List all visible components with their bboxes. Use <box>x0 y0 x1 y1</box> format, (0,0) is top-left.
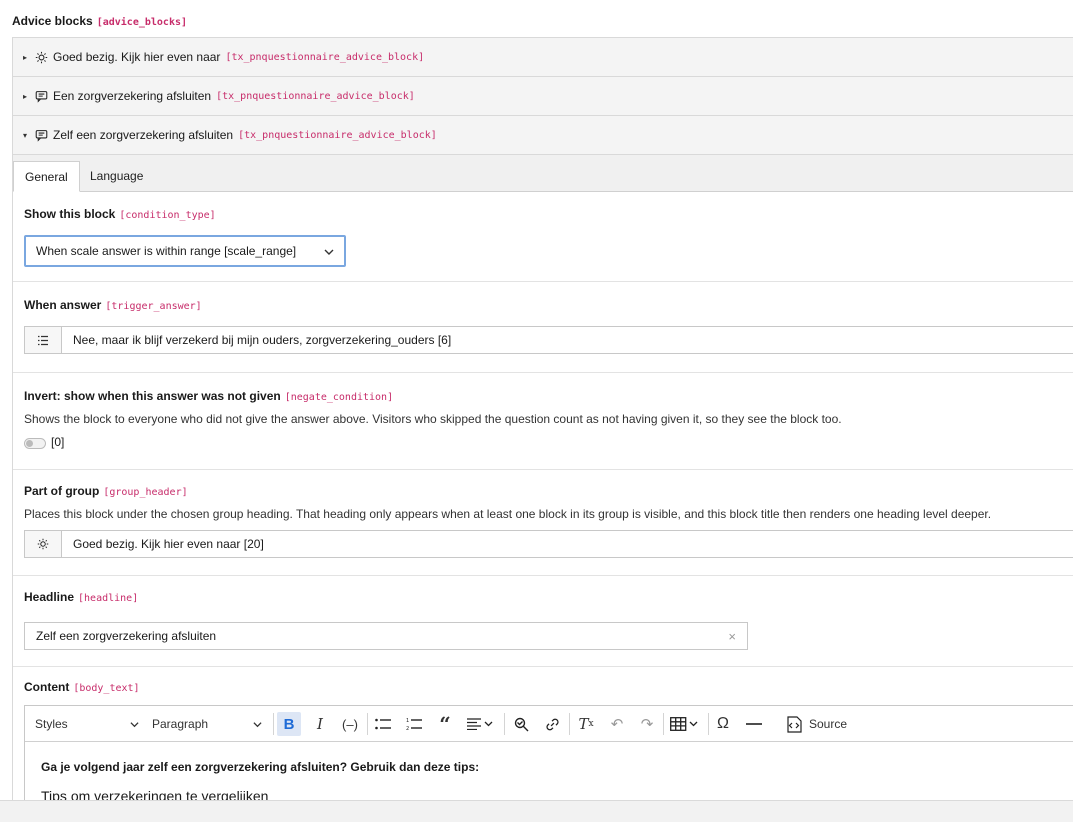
styles-dropdown[interactable]: Styles <box>35 712 139 736</box>
table-icon[interactable] <box>667 712 701 736</box>
list-icon <box>25 327 62 353</box>
field-label: Content [body_text] <box>24 667 1071 694</box>
field-label: Show this block [condition_type] <box>24 192 1071 221</box>
field-key: [trigger_answer] <box>105 301 202 312</box>
remove-format-icon[interactable]: Tx <box>574 712 598 736</box>
field-trigger-answer: When answer [trigger_answer] Nee, maar ik… <box>13 282 1073 373</box>
field-headline: Headline [headline] Zelf een zorgverzeker… <box>13 576 1073 667</box>
field-key: [negate_condition] <box>284 392 394 403</box>
italic-icon[interactable]: I <box>308 712 332 736</box>
svg-text:2: 2 <box>406 726 409 731</box>
bottom-bar <box>0 800 1073 822</box>
group-header-input[interactable]: Goed bezig. Kijk hier even naar [20] <box>24 530 1073 558</box>
code-icon[interactable]: (–) <box>338 712 362 736</box>
panel-title-3: Zelf een zorgverzekering afsluiten <box>53 128 234 142</box>
paragraph-dropdown[interactable]: Paragraph <box>152 712 262 736</box>
field-key: [headline] <box>78 593 139 604</box>
lightbulb-icon <box>35 50 49 64</box>
caret-down-icon: ▾ <box>23 130 28 140</box>
toolbar-separator <box>504 713 505 735</box>
source-label: Source <box>808 717 848 731</box>
field-label: When answer [trigger_answer] <box>24 282 1071 312</box>
numbered-list-icon[interactable]: 12 <box>402 712 426 736</box>
editor-paragraph: Ga je volgend jaar zelf een zorgverzeker… <box>41 760 480 774</box>
link-icon[interactable] <box>540 712 564 736</box>
bold-icon[interactable]: B <box>277 712 301 736</box>
source-button[interactable]: Source <box>777 712 855 736</box>
chevron-down-icon <box>130 721 139 727</box>
toolbar-separator <box>663 713 664 735</box>
field-label-text: Headline <box>24 590 75 604</box>
styles-label: Styles <box>35 717 68 731</box>
message-icon <box>35 89 49 103</box>
toolbar-separator <box>273 713 274 735</box>
find-replace-icon[interactable] <box>509 712 533 736</box>
condition-type-select[interactable]: When scale answer is within range [scale… <box>24 235 346 267</box>
field-description: Places this block under the chosen group… <box>24 507 992 521</box>
field-label-text: Part of group <box>24 484 100 498</box>
bulleted-list-icon[interactable] <box>371 712 395 736</box>
field-label-text: Content <box>24 680 70 694</box>
panel-title-2: Een zorgverzekering afsluiten <box>53 89 212 103</box>
section-title-text: Advice blocks <box>12 14 93 28</box>
message-icon <box>35 128 49 142</box>
caret-right-icon: ▸ <box>23 91 28 101</box>
panel-header-2[interactable]: ▸ Een zorgverzekering afsluiten [tx_pnqu… <box>13 77 1073 116</box>
horizontal-line-icon[interactable] <box>742 712 766 736</box>
section-title: Advice blocks [advice_blocks] <box>12 14 187 28</box>
chevron-down-icon <box>253 721 262 727</box>
field-label-text: Show this block <box>24 207 116 221</box>
tab-language[interactable]: Language <box>79 161 154 192</box>
panel-key-1: [tx_pnquestionnaire_advice_block] <box>225 51 425 63</box>
field-label-text: When answer <box>24 298 102 312</box>
align-icon[interactable] <box>463 712 497 736</box>
field-key: [condition_type] <box>119 210 216 221</box>
field-condition-type: Show this block [condition_type] When sca… <box>13 192 1073 282</box>
trigger-answer-value: Nee, maar ik blijf verzekerd bij mijn ou… <box>73 333 452 347</box>
tab-general[interactable]: General <box>13 161 80 192</box>
trigger-answer-input[interactable]: Nee, maar ik blijf verzekerd bij mijn ou… <box>24 326 1073 354</box>
panel-title-1: Goed bezig. Kijk hier even naar <box>53 50 221 64</box>
group-header-value: Goed bezig. Kijk hier even naar [20] <box>73 537 264 551</box>
paragraph-label: Paragraph <box>152 717 209 731</box>
lightbulb-icon <box>25 531 62 557</box>
toolbar-separator <box>569 713 570 735</box>
tab-bar: General Language <box>13 155 1073 192</box>
field-body-text: Content [body_text] Styles Paragraph B I … <box>13 667 1073 816</box>
field-key: [group_header] <box>103 487 188 498</box>
field-label: Part of group [group_header] <box>24 470 1071 498</box>
editor-toolbar: Styles Paragraph B I (–) 12 “ T x ↶ ↷ Ω … <box>25 706 1073 742</box>
chevron-down-icon <box>324 246 334 256</box>
redo-icon[interactable]: ↷ <box>635 712 659 736</box>
field-key: [body_text] <box>73 683 140 694</box>
select-value: When scale answer is within range [scale… <box>36 244 297 258</box>
field-description: Shows the block to everyone who did not … <box>24 412 842 426</box>
clear-icon[interactable]: × <box>728 629 736 644</box>
panel-header-1[interactable]: ▸ Goed bezig. Kijk hier even naar [tx_pn… <box>13 38 1073 77</box>
field-label: Headline [headline] <box>24 576 1071 604</box>
toolbar-separator <box>708 713 709 735</box>
field-label-text: Invert: show when this answer was not gi… <box>24 389 281 403</box>
source-icon <box>787 715 802 733</box>
negate-toggle[interactable] <box>24 438 46 449</box>
panel-header-3[interactable]: ▾ Zelf een zorgverzekering afsluiten [tx… <box>13 116 1073 155</box>
section-key: [advice_blocks] <box>96 17 188 28</box>
toolbar-separator <box>367 713 368 735</box>
caret-right-icon: ▸ <box>23 52 28 62</box>
toggle-value: [0] <box>51 435 65 449</box>
headline-value: Zelf een zorgverzekering afsluiten <box>36 629 217 643</box>
blockquote-icon[interactable]: “ <box>433 712 457 736</box>
svg-text:1: 1 <box>406 718 409 724</box>
panel-key-2: [tx_pnquestionnaire_advice_block] <box>216 90 415 102</box>
field-group-header: Part of group [group_header] Places this … <box>13 470 1073 576</box>
panel-key-3: [tx_pnquestionnaire_advice_block] <box>238 129 437 141</box>
special-characters-icon[interactable]: Ω <box>711 712 735 736</box>
advice-blocks-container: ▸ Goed bezig. Kijk hier even naar [tx_pn… <box>12 37 1073 817</box>
headline-input[interactable]: Zelf een zorgverzekering afsluiten × <box>24 622 748 650</box>
undo-icon[interactable]: ↶ <box>605 712 629 736</box>
field-label: Invert: show when this answer was not gi… <box>24 373 1071 403</box>
field-negate-condition: Invert: show when this answer was not gi… <box>13 373 1073 470</box>
